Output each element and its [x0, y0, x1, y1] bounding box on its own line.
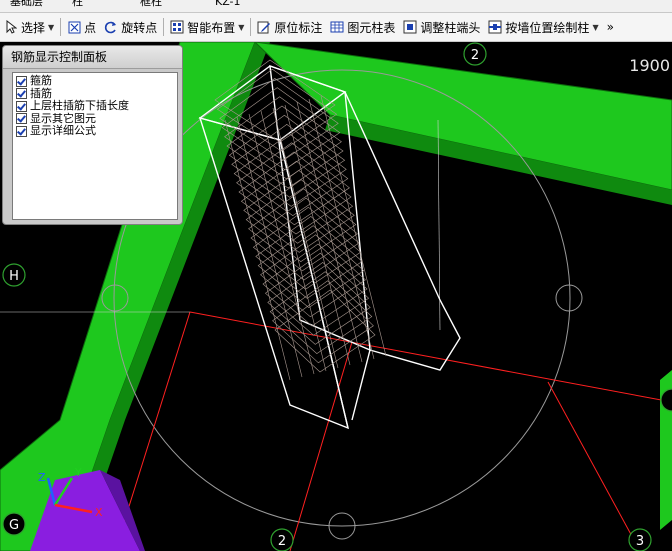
point-box-icon	[67, 20, 81, 34]
rotate-icon	[104, 20, 118, 34]
panel-option-list: 箍筋 插筋 上层柱插筋下插长度 显示其它图元 显示详细公式	[12, 72, 178, 220]
toolbar-divider	[163, 18, 165, 36]
component-dropdown[interactable]: KZ-1	[215, 0, 241, 9]
checkbox[interactable]	[16, 113, 27, 125]
axis-gizmo-z-label: Z	[38, 471, 46, 484]
axis-label-bottom-3: 3	[636, 534, 644, 549]
floor-dropdown[interactable]: 基础层	[10, 0, 43, 9]
axis-gizmo-y-label: Y	[74, 466, 82, 479]
adjust-column-end-label: 调整柱端头	[420, 20, 481, 35]
chevron-down-icon[interactable]: ▼	[48, 23, 54, 32]
draw-by-wall-label: 按墙位置绘制柱	[505, 20, 590, 35]
option-stirrup[interactable]: 箍筋	[16, 75, 174, 88]
toolbar-overflow-button[interactable]: »	[603, 16, 618, 38]
orbit-handle-right	[555, 284, 583, 312]
checkbox[interactable]	[16, 125, 27, 137]
cursor-arrow-icon	[4, 20, 18, 34]
pencil-edit-icon	[257, 20, 271, 34]
toolbar-divider	[250, 18, 252, 36]
wall-column-icon	[488, 20, 502, 34]
checkbox[interactable]	[16, 88, 27, 100]
more-chevron-icon: »	[606, 20, 614, 34]
adjust-column-end-button[interactable]: 调整柱端头	[399, 16, 484, 38]
category-dropdown[interactable]: 柱	[72, 0, 83, 9]
axis-label-top-2: 2	[471, 48, 479, 63]
checkbox[interactable]	[16, 100, 27, 112]
grid-line-red	[289, 341, 353, 551]
panel-title[interactable]: 钢筋显示控制面板	[3, 46, 182, 69]
in-place-label-text: 原位标注	[274, 20, 323, 35]
grid-line-red	[547, 381, 641, 551]
option-label: 箍筋	[30, 74, 52, 88]
top-selector-bar: 基础层 柱 框柱 KZ-1	[0, 0, 672, 13]
chevron-down-icon[interactable]: ▼	[592, 23, 598, 32]
option-show-formula[interactable]: 显示详细公式	[16, 125, 174, 138]
element-column-table-label: 图元柱表	[347, 20, 396, 35]
grid-line-red	[189, 311, 672, 403]
rotate-point-label: 旋转点	[121, 20, 158, 35]
rotate-point-button[interactable]: 旋转点	[100, 16, 161, 38]
subcategory-dropdown[interactable]: 框柱	[140, 0, 162, 9]
checkbox[interactable]	[16, 75, 27, 87]
option-label: 插筋	[30, 86, 52, 100]
point-button[interactable]: 点	[63, 16, 100, 38]
option-label: 上层柱插筋下插长度	[30, 99, 129, 113]
chevron-down-icon[interactable]: ▼	[238, 23, 244, 32]
element-column-table-button[interactable]: 图元柱表	[326, 16, 399, 38]
axis-label-G: G	[9, 518, 19, 533]
column-end-icon	[403, 20, 417, 34]
in-place-label-button[interactable]: 原位标注	[253, 16, 326, 38]
table-icon	[330, 20, 344, 34]
draw-by-wall-button[interactable]: 按墙位置绘制柱 ▼	[484, 16, 602, 38]
drawing-toolbar: 选择 ▼ 点 旋转点 智能布置 ▼ 原位标注 图元柱表 调整柱端头 按墙位置绘制…	[0, 13, 672, 42]
option-label: 显示详细公式	[30, 124, 96, 138]
select-label: 选择	[21, 20, 46, 35]
grid-layout-icon	[170, 20, 184, 34]
point-label: 点	[84, 20, 97, 35]
axis-gizmo-x-label: X	[95, 506, 103, 519]
rebar-display-panel: 钢筋显示控制面板 箍筋 插筋 上层柱插筋下插长度 显示其它图元 显示详细公式	[2, 45, 183, 225]
axis-label-bottom-2: 2	[278, 534, 286, 549]
scale-readout: 1900	[629, 56, 670, 75]
toolbar-divider	[60, 18, 62, 36]
option-label: 显示其它图元	[30, 111, 96, 125]
select-button[interactable]: 选择 ▼	[0, 16, 58, 38]
option-upper-dowel-length[interactable]: 上层柱插筋下插长度	[16, 100, 174, 113]
smart-layout-label: 智能布置	[187, 20, 236, 35]
axis-label-H: H	[9, 269, 19, 284]
smart-layout-button[interactable]: 智能布置 ▼	[166, 16, 248, 38]
